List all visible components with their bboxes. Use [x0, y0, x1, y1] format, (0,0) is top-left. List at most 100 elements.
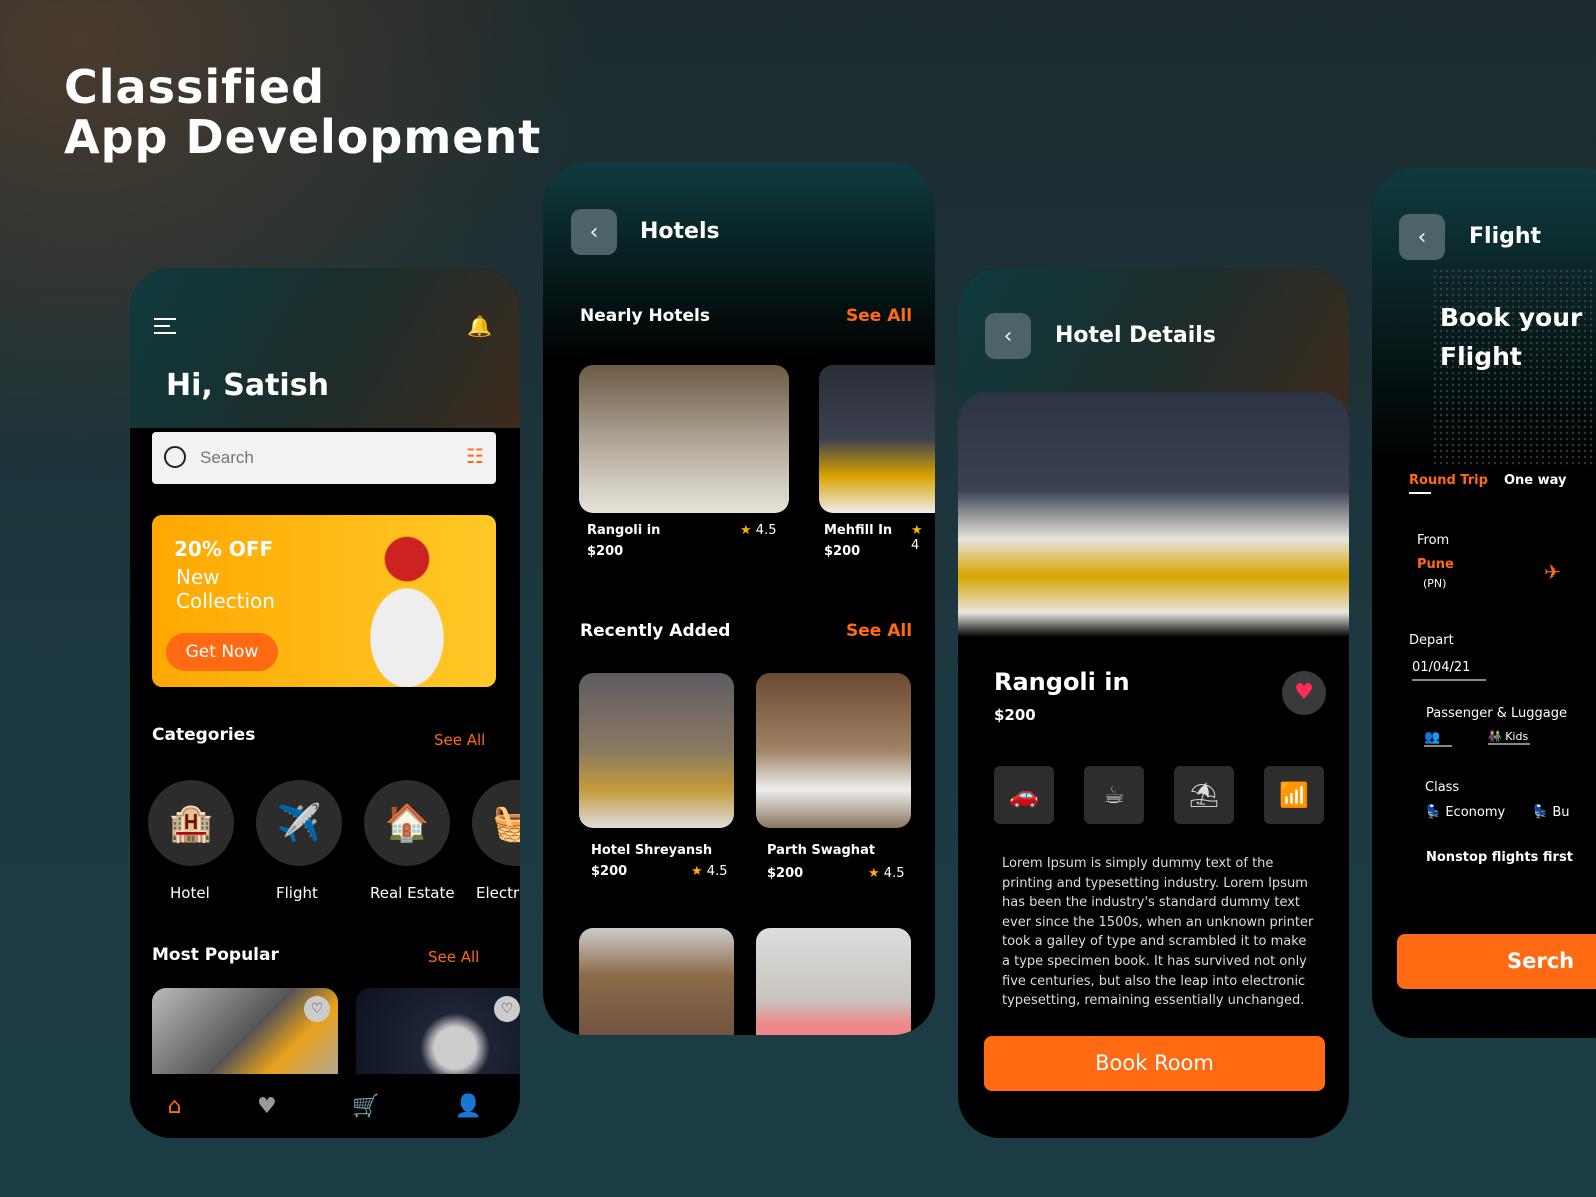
rating: ★ 4.5 [868, 866, 905, 881]
kids-field[interactable]: 👫 Kids [1488, 730, 1530, 745]
hotel-name: Hotel Shreyansh [591, 843, 713, 858]
hotel-description: Lorem Ipsum is simply dummy text of the … [1002, 856, 1314, 1009]
hotel-price: $200 [767, 866, 804, 881]
heart-icon[interactable]: ♡ [494, 996, 520, 1022]
kids-icon: 👫 [1488, 730, 1502, 743]
bottom-nav: ⌂ ♥ 🛒 👤 [130, 1074, 520, 1138]
pool-icon: ⛱ [1174, 766, 1234, 824]
class-label: Class [1425, 780, 1460, 795]
hotel-details-screen: ‹ Hotel Details Rangoli in $200 ♥ 🚗 ☕ ⛱ … [958, 268, 1349, 1138]
hero-line-1: Classified [64, 60, 326, 114]
class-economy[interactable]: 💺 Economy [1425, 805, 1505, 820]
seat-icon: 💺 [1532, 805, 1549, 820]
tab-round-trip[interactable]: Round Trip [1409, 473, 1488, 488]
from-label: From [1417, 533, 1450, 548]
airplane-icon: ✈ [1544, 560, 1561, 584]
hotel-price: $200 [587, 544, 624, 559]
book-room-button[interactable]: Book Room [984, 1036, 1325, 1091]
adults-icon[interactable]: 👥 [1424, 730, 1452, 747]
hotel-name: Rangoli in [587, 523, 661, 538]
greeting: Hi, Satish [166, 368, 329, 403]
from-code: (PN) [1423, 577, 1447, 590]
nearby-see-all[interactable]: See All [846, 306, 912, 326]
category-real-estate[interactable]: 🏠 [364, 780, 450, 866]
hotel-card-image[interactable] [579, 928, 734, 1035]
hotel-price: $200 [591, 864, 628, 879]
heart-icon: ♥ [1294, 680, 1314, 705]
hotel-hero-image [958, 392, 1349, 637]
star-icon: ★ [868, 866, 880, 881]
hotel-card-image[interactable] [579, 673, 734, 828]
page-title: Flight [1469, 224, 1542, 249]
hotel-card-image[interactable] [819, 365, 935, 513]
wifi-icon: 📶 [1264, 766, 1324, 824]
page-title: Hotel Details [1055, 323, 1216, 348]
hotel-price: $200 [994, 706, 1036, 724]
category-flight[interactable]: ✈️ [256, 780, 342, 866]
back-button[interactable]: ‹ [571, 209, 617, 255]
rating: ★ 4.5 [740, 523, 777, 538]
bell-icon[interactable]: 🔔 [467, 314, 492, 338]
depart-date-field[interactable]: 01/04/21 [1412, 660, 1486, 681]
nearby-title: Nearly Hotels [580, 306, 710, 326]
passenger-label: Passenger & Luggage [1426, 706, 1567, 721]
heart-icon[interactable]: ♥ [257, 1094, 277, 1119]
category-label: Real Estate [370, 884, 455, 902]
category-hotel[interactable]: 🏨 [148, 780, 234, 866]
heart-icon[interactable]: ♡ [304, 996, 330, 1022]
hotel-card-image[interactable] [579, 365, 789, 513]
category-electronics[interactable]: 🧺 [472, 780, 520, 866]
airplane-icon: ✈️ [256, 780, 342, 866]
get-now-button[interactable]: Get Now [166, 633, 278, 671]
recent-title: Recently Added [580, 621, 731, 641]
categories-title: Categories [152, 725, 256, 745]
favorite-button[interactable]: ♥ [1282, 671, 1326, 715]
appliance-icon: 🧺 [472, 780, 520, 866]
hotel-card-image[interactable] [756, 928, 911, 1035]
product-card-headphones[interactable]: ♡ [356, 988, 520, 1088]
back-button[interactable]: ‹ [985, 313, 1031, 359]
category-label: Electr [476, 884, 520, 902]
home-icon[interactable]: ⌂ [168, 1094, 182, 1119]
popular-see-all[interactable]: See All [428, 948, 479, 966]
category-label: Hotel [170, 884, 210, 902]
hotel-name: Rangoli in [994, 668, 1130, 696]
seat-icon: 💺 [1425, 805, 1442, 820]
popular-title: Most Popular [152, 945, 279, 965]
back-button[interactable]: ‹ [1399, 214, 1445, 260]
class-business[interactable]: 💺 Bu [1532, 805, 1570, 820]
search-input[interactable] [200, 444, 440, 472]
product-card-phone[interactable]: ♡ [152, 988, 338, 1088]
search-icon [164, 446, 186, 468]
from-city[interactable]: Pune [1417, 557, 1454, 572]
banner-line-2: Collection [176, 589, 275, 613]
search-button[interactable]: Serch [1397, 934, 1596, 989]
star-icon: ★ [691, 864, 703, 879]
banner-model-image [322, 523, 492, 687]
hotels-screen: ‹ Hotels Nearly Hotels See All Rangoli i… [543, 163, 935, 1035]
star-icon: ★ [911, 523, 923, 538]
banner-line-1: New [176, 565, 220, 589]
rating: ★ 4 [911, 523, 923, 553]
menu-icon[interactable] [154, 318, 176, 334]
hotel-icon: 🏨 [148, 780, 234, 866]
filter-icon[interactable]: ☷ [466, 444, 484, 468]
promo-banner[interactable]: 20% OFF New Collection Get Now [152, 515, 496, 687]
cart-icon[interactable]: 🛒 [352, 1094, 379, 1119]
parking-icon: 🚗 [994, 766, 1054, 824]
user-icon[interactable]: 👤 [455, 1094, 482, 1119]
house-handshake-icon: 🏠 [364, 780, 450, 866]
recent-see-all[interactable]: See All [846, 621, 912, 641]
hotel-card-image[interactable] [756, 673, 911, 828]
chevron-left-icon: ‹ [589, 219, 599, 245]
categories-see-all[interactable]: See All [434, 731, 485, 749]
depart-label: Depart [1409, 633, 1454, 648]
category-label: Flight [276, 884, 318, 902]
hero-line-2: App Development [64, 110, 542, 164]
flight-screen: ‹ Flight Book your Flight Round Trip One… [1372, 168, 1596, 1038]
coffee-icon: ☕ [1084, 766, 1144, 824]
search-bar[interactable]: ☷ [152, 432, 496, 484]
nonstop-option[interactable]: Nonstop flights first [1426, 850, 1573, 865]
star-icon: ★ [740, 523, 752, 538]
tab-one-way[interactable]: One way [1504, 473, 1567, 488]
